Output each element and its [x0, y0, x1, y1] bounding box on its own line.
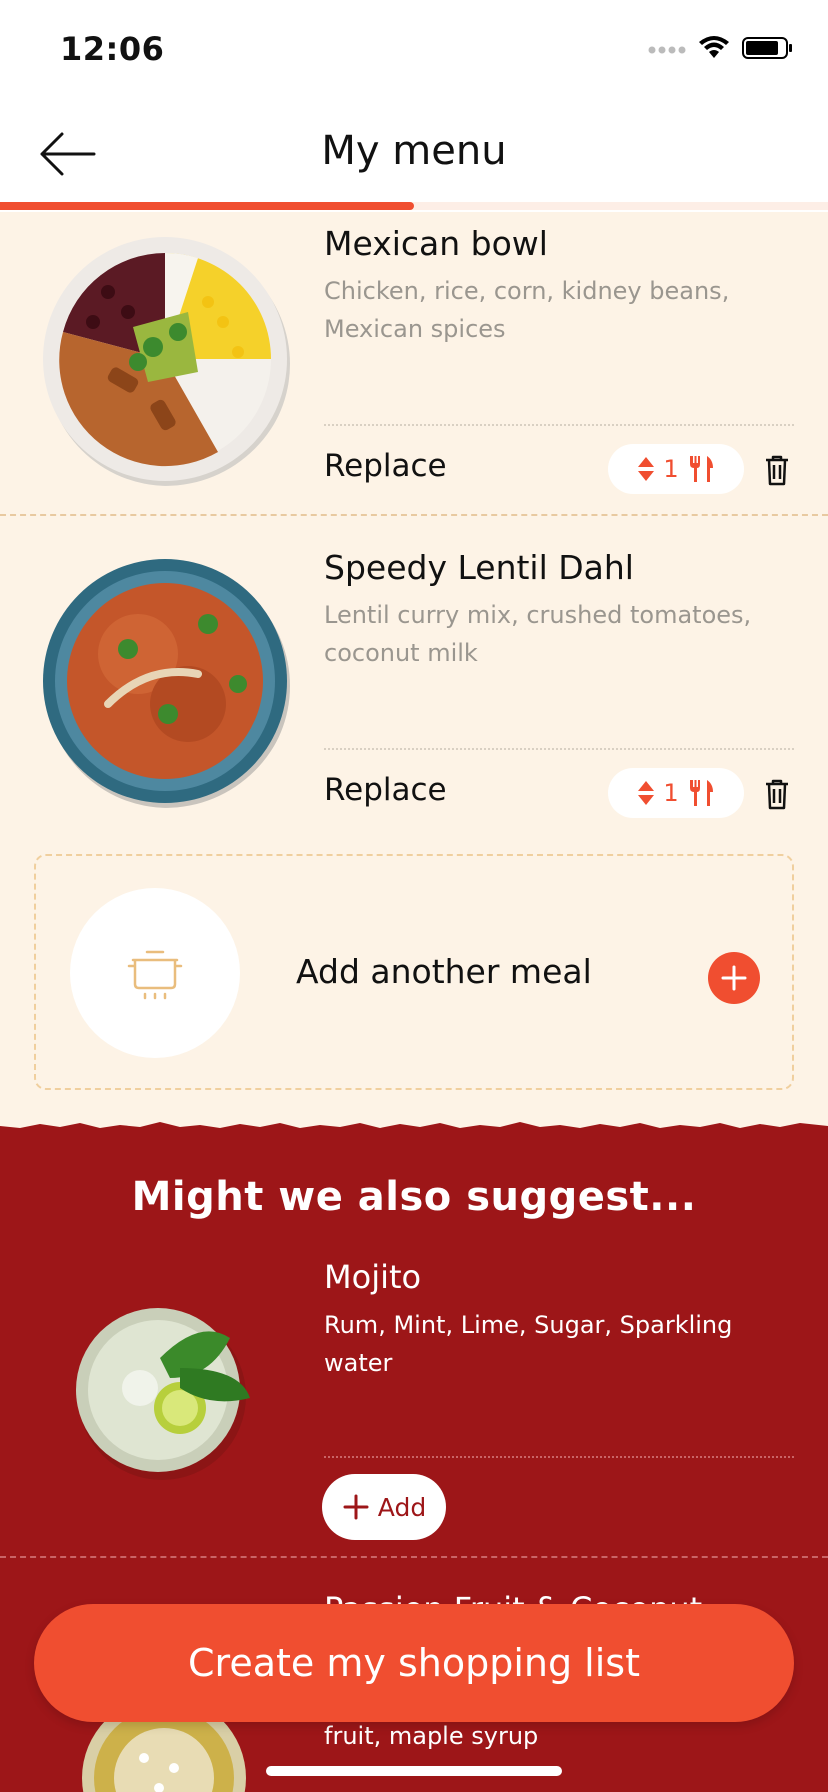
meal-card: Mexican bowl Chicken, rice, corn, kidney…	[0, 210, 828, 534]
meal-divider	[324, 424, 794, 426]
lentil-dahl-photo	[43, 559, 290, 808]
home-indicator	[266, 1766, 562, 1776]
suggestion-divider	[324, 1456, 794, 1458]
signal-icon	[648, 41, 686, 60]
replace-button[interactable]: Replace	[324, 448, 447, 484]
progress-bar	[0, 202, 828, 210]
plus-icon	[721, 965, 747, 991]
sort-arrows-icon	[638, 457, 655, 481]
wifi-icon	[698, 36, 730, 64]
status-bar: 12:06	[0, 0, 828, 100]
sort-arrows-icon	[638, 781, 655, 805]
meal-title[interactable]: Speedy Lentil Dahl	[324, 548, 634, 587]
mexican-bowl-photo	[43, 237, 290, 486]
add-meal-card[interactable]: Add another meal	[34, 854, 794, 1090]
suggestions-title: Might we also suggest...	[131, 1174, 697, 1220]
progress-fill	[0, 202, 414, 210]
servings-count: 1	[663, 779, 679, 807]
cutlery-icon	[689, 780, 713, 806]
battery-icon	[742, 36, 794, 64]
meal-description: Lentil curry mix, crushed tomatoes, coco…	[324, 601, 752, 667]
delete-button[interactable]	[760, 450, 794, 490]
trash-icon	[766, 455, 788, 486]
page-title: My menu	[321, 128, 507, 174]
meal-divider	[324, 748, 794, 750]
meal-title[interactable]: Mexican bowl	[324, 224, 548, 263]
add-suggestion-button[interactable]: Add	[322, 1474, 446, 1540]
plus-icon	[343, 1494, 369, 1520]
cutlery-icon	[689, 456, 713, 482]
add-label: Add	[377, 1492, 427, 1522]
mojito-photo	[76, 1308, 250, 1480]
suggestion-title[interactable]: Mojito	[324, 1258, 421, 1296]
suggestion-description: fruit, maple syrup	[324, 1722, 539, 1750]
status-time: 12:06	[60, 30, 165, 68]
torn-edge	[0, 1122, 828, 1132]
cooking-pot-icon	[127, 950, 183, 1000]
meal-card: Speedy Lentil Dahl Lentil curry mix, cru…	[0, 534, 828, 858]
suggestion-separator	[0, 1556, 828, 1558]
servings-stepper[interactable]: 1	[608, 768, 744, 818]
status-icons	[648, 36, 794, 64]
add-meal-button[interactable]	[708, 952, 760, 1004]
trash-icon	[766, 779, 788, 810]
meal-description: Chicken, rice, corn, kidney beans, Mexic…	[324, 277, 730, 343]
pot-circle	[70, 888, 240, 1058]
servings-stepper[interactable]: 1	[608, 444, 744, 494]
add-meal-label: Add another meal	[296, 952, 592, 991]
servings-count: 1	[663, 455, 679, 483]
create-shopping-list-button[interactable]: Create my shopping list	[34, 1604, 794, 1722]
meal-separator	[0, 514, 828, 516]
delete-button[interactable]	[760, 774, 794, 814]
header: My menu	[0, 100, 828, 212]
replace-button[interactable]: Replace	[324, 772, 447, 808]
suggestion-description: Rum, Mint, Lime, Sugar, Sparkling water	[324, 1311, 733, 1377]
